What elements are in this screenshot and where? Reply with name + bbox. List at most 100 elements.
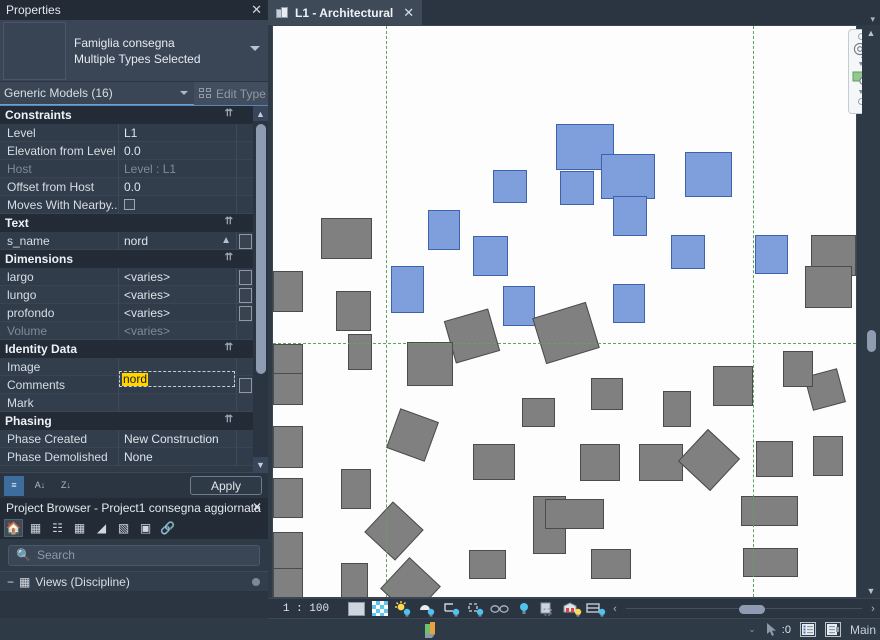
model-element[interactable] [783, 351, 813, 387]
model-element[interactable] [348, 334, 372, 370]
s-name-inline-editor[interactable]: nord [119, 371, 235, 387]
scroll-up-arrow-icon[interactable]: ▲ [862, 25, 880, 40]
sun-path-icon[interactable] [392, 600, 416, 618]
property-row[interactable]: Host Level : L1 [0, 159, 253, 178]
apply-button[interactable]: Apply [190, 476, 262, 495]
selected-element[interactable] [473, 236, 508, 276]
model-element[interactable] [364, 501, 424, 561]
analytical-model-icon[interactable] [512, 600, 536, 618]
property-group-header[interactable]: Phasing ⇈ [0, 412, 253, 430]
model-element[interactable] [591, 378, 623, 410]
model-element[interactable] [380, 557, 441, 597]
scrollbar-thumb[interactable] [739, 604, 766, 614]
grid-line-vertical[interactable] [753, 26, 754, 597]
table-icon[interactable]: ▦ [70, 519, 89, 537]
category-combo[interactable]: Generic Models (16) [0, 82, 194, 105]
visual-style-icon[interactable] [368, 600, 392, 618]
chevron-down-icon[interactable]: ⌄ [748, 624, 756, 635]
view-horizontal-scrollbar[interactable] [626, 603, 862, 615]
main-model-label[interactable]: Main [850, 623, 876, 637]
model-element[interactable] [756, 441, 793, 477]
close-icon[interactable]: ✕ [251, 2, 262, 18]
tree-item-views-discipline[interactable]: − ▦ Views (Discipline) [0, 571, 268, 591]
close-icon[interactable]: ✕ [403, 5, 414, 21]
property-value[interactable]: <varies> [118, 267, 236, 286]
properties-scrollbar[interactable]: ▲ ▼ [253, 106, 268, 472]
model-element[interactable] [743, 548, 798, 577]
selected-element[interactable] [428, 210, 460, 250]
model-element[interactable] [813, 436, 843, 476]
collapse-group-icon[interactable]: ⇈ [225, 343, 233, 353]
canvas-scrollbar-thumb[interactable] [867, 330, 876, 352]
sheet-icon[interactable]: ▧ [114, 519, 133, 537]
selected-element[interactable] [613, 284, 645, 323]
model-element[interactable] [273, 478, 303, 518]
model-element[interactable] [341, 563, 368, 597]
sort-default-button[interactable]: ≡ [4, 475, 24, 496]
property-value[interactable]: <varies> [118, 303, 236, 322]
view-scale-label[interactable]: 1 : 100 [268, 603, 344, 615]
chevron-up-icon[interactable]: ▲ [221, 235, 231, 246]
model-element[interactable] [341, 469, 371, 509]
selected-element[interactable] [560, 171, 594, 205]
expand-toolbar-icon[interactable]: › [866, 603, 880, 615]
model-element[interactable] [591, 549, 631, 579]
sort-ascending-button[interactable]: A↓ [30, 476, 50, 496]
property-row[interactable]: Elevation from Level 0.0 [0, 141, 253, 160]
model-element[interactable] [713, 366, 753, 406]
render-icon[interactable]: ▣ [136, 519, 155, 537]
selected-element[interactable] [601, 154, 655, 199]
collapse-group-icon[interactable]: ⇈ [225, 217, 233, 227]
property-value[interactable] [118, 195, 236, 214]
property-value[interactable]: 0.0 [118, 177, 236, 196]
property-row[interactable]: Moves With Nearby... [0, 195, 253, 214]
property-group-header[interactable]: Dimensions ⇈ [0, 250, 253, 268]
three-d-view-icon[interactable]: ▦ [26, 519, 45, 537]
detail-level-icon[interactable] [344, 600, 368, 618]
property-edit-button[interactable] [236, 303, 253, 322]
property-row[interactable]: profondo <varies> [0, 303, 253, 322]
property-row[interactable]: largo <varies> [0, 267, 253, 286]
tab-l1-architectural[interactable]: L1 - Architectural ✕ [268, 0, 423, 25]
model-element[interactable] [663, 391, 691, 427]
property-group-header[interactable]: Text ⇈ [0, 214, 253, 232]
chevron-down-icon[interactable] [180, 91, 188, 95]
property-value[interactable] [118, 393, 236, 412]
property-group-header[interactable]: Identity Data ⇈ [0, 340, 253, 358]
model-element[interactable] [273, 271, 303, 312]
property-value[interactable]: L1 [118, 123, 236, 142]
shadows-icon[interactable] [416, 600, 440, 618]
property-value[interactable]: None [118, 447, 236, 466]
model-element[interactable] [473, 444, 515, 480]
selected-element[interactable] [391, 266, 424, 313]
model-element[interactable] [273, 568, 303, 597]
property-group-header[interactable]: Constraints ⇈ [0, 106, 253, 124]
model-element[interactable] [321, 218, 372, 259]
model-element[interactable] [407, 342, 453, 386]
property-row[interactable]: Phase Created New Construction [0, 429, 253, 448]
property-value[interactable]: nord ▲ [118, 231, 236, 250]
model-element[interactable] [532, 301, 600, 365]
grid-line-vertical[interactable] [386, 26, 387, 597]
property-checkbox[interactable] [124, 199, 135, 210]
selected-element[interactable] [755, 235, 788, 274]
collapse-group-icon[interactable]: ⇈ [225, 109, 233, 119]
scroll-down-arrow-icon[interactable]: ▼ [253, 457, 268, 472]
selected-element[interactable] [493, 170, 527, 203]
temporary-view-icon[interactable] [584, 600, 608, 618]
chevron-down-icon[interactable]: ▾ [870, 14, 875, 25]
drawing-canvas[interactable] [272, 25, 857, 598]
property-edit-button[interactable] [236, 285, 253, 304]
model-element[interactable] [741, 496, 798, 526]
property-row[interactable]: s_name nord ▲ [0, 231, 253, 250]
crop-view-icon[interactable] [464, 600, 488, 618]
schedule-icon[interactable]: ☷ [48, 519, 67, 537]
chevron-down-icon[interactable] [250, 46, 260, 51]
collapse-group-icon[interactable]: ⇈ [225, 415, 233, 425]
close-icon[interactable]: ✕ [252, 500, 262, 514]
render-dialog-icon[interactable] [440, 600, 464, 618]
link-icon[interactable]: 🔗 [158, 519, 177, 537]
model-element[interactable] [469, 550, 506, 579]
property-value[interactable]: 0.0 [118, 141, 236, 160]
hide-isolate-icon[interactable] [536, 600, 560, 618]
